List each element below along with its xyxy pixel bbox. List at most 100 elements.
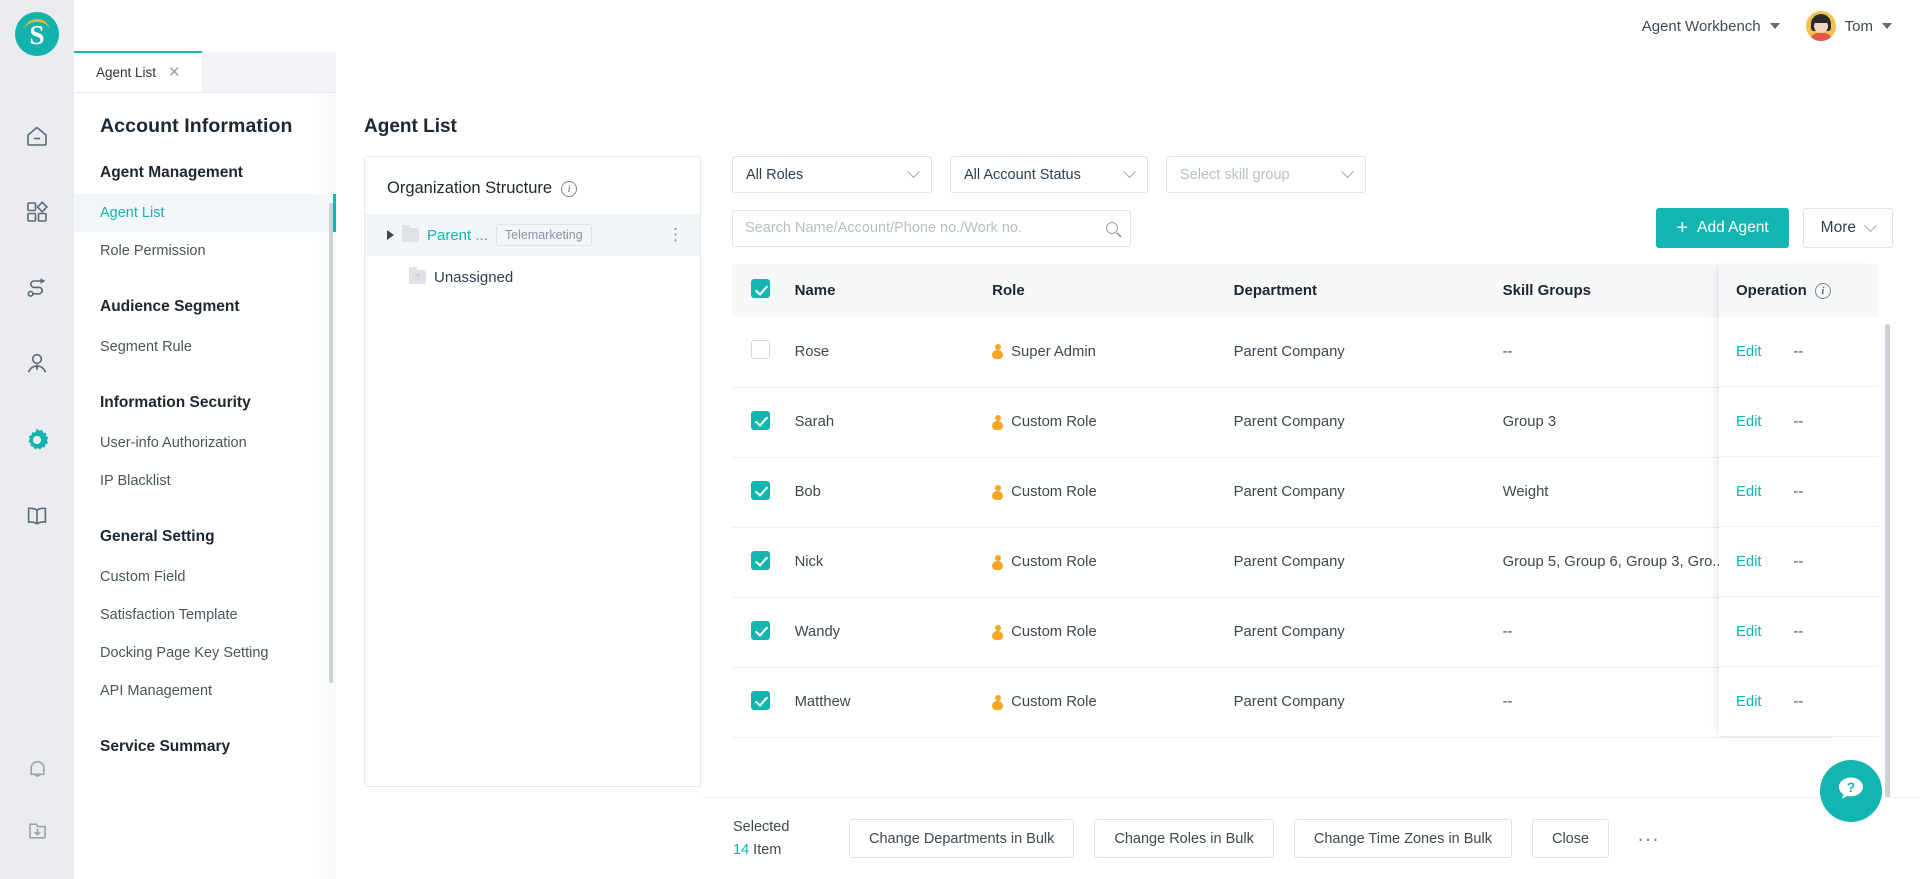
role-user-icon: [992, 694, 1004, 710]
tab-strip: Agent List ✕: [74, 51, 336, 93]
edit-link[interactable]: Edit: [1736, 484, 1762, 500]
rail-item-home[interactable]: [0, 98, 74, 174]
rail-item-contact[interactable]: [0, 326, 74, 402]
row-more-actions[interactable]: --: [1794, 624, 1804, 640]
org-tree-node-unassigned[interactable]: ? Unassigned: [365, 256, 700, 298]
cell-role: Custom Role: [992, 527, 1234, 598]
rail-item-flow[interactable]: [0, 250, 74, 326]
row-checkbox[interactable]: [751, 480, 770, 500]
app-logo[interactable]: S: [15, 12, 59, 56]
rail-item-knowledge[interactable]: [0, 478, 74, 554]
table-scrollbar[interactable]: [1885, 324, 1890, 829]
add-agent-label: Add Agent: [1697, 219, 1769, 236]
row-more-actions[interactable]: --: [1794, 484, 1804, 500]
nav-item-docking-page-key-setting[interactable]: Docking Page Key Setting: [74, 634, 336, 672]
change-roles-in-bulk-button[interactable]: Change Roles in Bulk: [1094, 819, 1274, 858]
change-departments-in-bulk-button[interactable]: Change Departments in Bulk: [849, 819, 1075, 858]
table-row[interactable]: Sarah Custom Role Parent Company Group 3: [732, 387, 1832, 458]
org-node-more-icon[interactable]: ⋮: [667, 226, 684, 243]
role-user-icon: [992, 624, 1004, 640]
nav-item-agent-list[interactable]: Agent List: [74, 194, 336, 232]
organization-structure-title: Organization Structure: [387, 179, 553, 197]
cell-role: Custom Role: [992, 387, 1234, 458]
change-time-zones-in-bulk-button[interactable]: Change Time Zones in Bulk: [1293, 819, 1512, 858]
org-tree-node-parent[interactable]: Parent ... Telemarketing ⋮: [365, 214, 700, 256]
edit-link[interactable]: Edit: [1736, 554, 1762, 570]
column-role[interactable]: Role: [992, 264, 1234, 317]
edit-link[interactable]: Edit: [1736, 344, 1762, 360]
download-folder-icon: [25, 818, 50, 843]
search-icon[interactable]: [1106, 222, 1118, 234]
nav-item-role-permission[interactable]: Role Permission: [74, 232, 336, 270]
close-bulk-button[interactable]: Close: [1531, 819, 1610, 858]
help-button[interactable]: ?: [1820, 760, 1882, 822]
search-box[interactable]: [732, 209, 1131, 247]
nav-item-satisfaction-template[interactable]: Satisfaction Template: [74, 596, 336, 634]
tab-close-icon[interactable]: ✕: [168, 65, 181, 80]
row-more-actions[interactable]: --: [1794, 694, 1804, 710]
table-row[interactable]: Bob Custom Role Parent Company Weight: [732, 457, 1832, 528]
edit-link[interactable]: Edit: [1736, 624, 1762, 640]
edit-link[interactable]: Edit: [1736, 414, 1762, 430]
column-name[interactable]: Name: [794, 264, 993, 317]
row-checkbox[interactable]: [751, 620, 770, 640]
rail-item-downloads[interactable]: [0, 818, 74, 843]
row-select-cell: [732, 597, 795, 668]
role-filter-select[interactable]: All Roles: [732, 156, 932, 193]
edit-link[interactable]: Edit: [1736, 694, 1762, 710]
column-department[interactable]: Department: [1233, 264, 1503, 317]
selected-count: 14: [733, 841, 750, 858]
row-more-actions[interactable]: --: [1794, 554, 1804, 570]
row-checkbox[interactable]: [751, 410, 770, 430]
row-select-cell: [732, 527, 795, 598]
row-checkbox[interactable]: [751, 550, 770, 570]
role-text: Custom Role: [1011, 554, 1097, 570]
rail-item-apps[interactable]: [0, 174, 74, 250]
skill-group-filter-select[interactable]: Select skill group: [1166, 156, 1366, 193]
row-more-actions[interactable]: --: [1794, 344, 1804, 360]
info-icon[interactable]: i: [561, 180, 578, 197]
table-row[interactable]: Nick Custom Role Parent Company Group 5,…: [732, 527, 1832, 598]
nav-item-user-info-authorization[interactable]: User-info Authorization: [74, 424, 336, 462]
cell-department: Parent Company: [1233, 667, 1503, 738]
table-row[interactable]: Wandy Custom Role Parent Company --: [732, 597, 1832, 668]
user-menu[interactable]: Tom: [1805, 11, 1892, 41]
add-agent-button[interactable]: + Add Agent: [1656, 208, 1789, 248]
nav-item-custom-field[interactable]: Custom Field: [74, 558, 336, 596]
table-row[interactable]: Matthew Custom Role Parent Company --: [732, 667, 1832, 738]
main-area: Agent Workbench Tom Agent List Organizat…: [336, 0, 1920, 879]
nav-item-segment-rule[interactable]: Segment Rule: [74, 328, 336, 366]
info-icon[interactable]: i: [1814, 282, 1831, 299]
bulk-overflow-icon[interactable]: ···: [1637, 827, 1659, 849]
cell-name: Rose: [794, 317, 993, 388]
book-icon: [24, 503, 50, 529]
select-all-checkbox[interactable]: [751, 279, 770, 298]
cell-name: Sarah: [794, 387, 993, 458]
search-input[interactable]: [745, 220, 1106, 236]
table-row[interactable]: Rose Super Admin Parent Company --: [732, 317, 1832, 388]
role-text: Super Admin: [1011, 343, 1096, 360]
tab-agent-list[interactable]: Agent List ✕: [74, 51, 202, 92]
select-all-cell: [732, 264, 795, 317]
bulk-action-bar: Selected 14 Item Change Departments in B…: [702, 797, 1920, 879]
agents-table-wrapper: Name Role Department Skill Groups Rose S…: [732, 264, 1890, 829]
logo-arc-icon: [24, 19, 50, 31]
column-operation: Operation i: [1719, 264, 1879, 317]
help-question-icon: ?: [1834, 772, 1868, 811]
nav-item-api-management[interactable]: API Management: [74, 672, 336, 710]
expand-triangle-icon[interactable]: [387, 230, 394, 240]
rail-item-notifications[interactable]: [0, 757, 74, 782]
nav-scrollbar[interactable]: [329, 203, 333, 683]
row-more-actions[interactable]: --: [1794, 414, 1804, 430]
status-filter-value: All Account Status: [964, 166, 1081, 183]
home-icon: [24, 123, 50, 149]
more-actions-button[interactable]: More: [1802, 208, 1893, 248]
row-checkbox[interactable]: [751, 690, 770, 710]
workspace-switcher[interactable]: Agent Workbench: [1642, 18, 1780, 35]
page-title: Agent List: [364, 116, 457, 137]
rail-bottom-icons: [0, 757, 74, 843]
nav-item-ip-blacklist[interactable]: IP Blacklist: [74, 462, 336, 500]
rail-item-settings[interactable]: [0, 402, 74, 478]
status-filter-select[interactable]: All Account Status: [950, 156, 1148, 193]
row-checkbox[interactable]: [751, 340, 770, 360]
